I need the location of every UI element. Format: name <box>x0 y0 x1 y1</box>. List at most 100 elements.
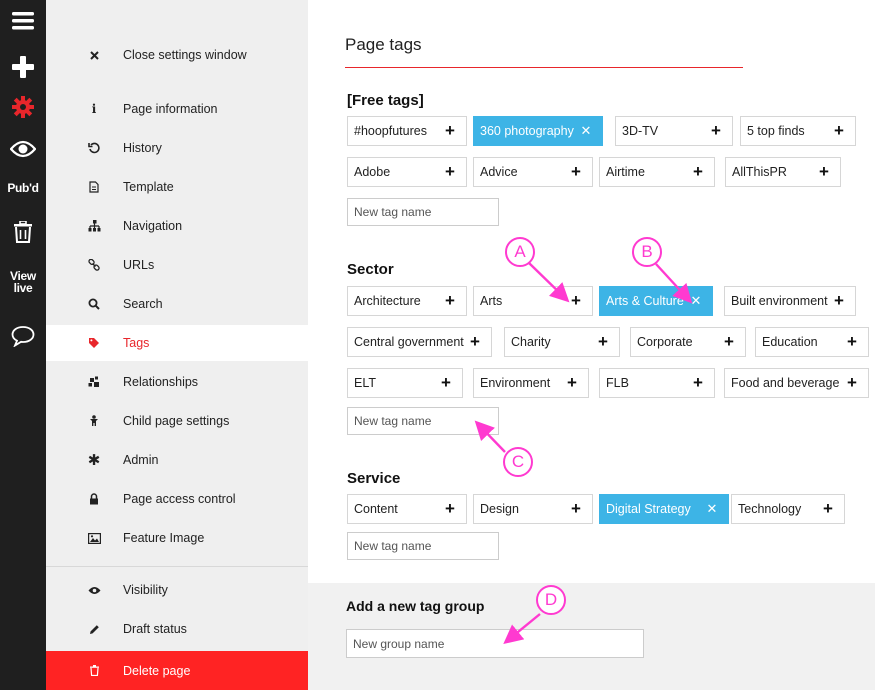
tag-technology[interactable]: Technology + <box>731 494 845 524</box>
tag-hoopfutures[interactable]: #hoopfutures + <box>347 116 467 146</box>
plus-icon[interactable]: + <box>443 163 457 180</box>
menu-item-page-information[interactable]: i Page information <box>46 91 308 127</box>
tag-advice[interactable]: Advice + <box>473 157 593 187</box>
tag-360-photography[interactable]: 360 photography ✕ <box>473 116 603 146</box>
tag-corporate[interactable]: Corporate + <box>630 327 746 357</box>
plus-icon[interactable]: + <box>443 500 457 517</box>
menu-item-history[interactable]: History <box>46 130 308 166</box>
menu-item-relationships[interactable]: Relationships <box>46 364 308 400</box>
template-icon <box>86 179 102 195</box>
add-page-button[interactable] <box>0 52 46 82</box>
tag-architecture[interactable]: Architecture + <box>347 286 467 316</box>
plus-icon[interactable]: + <box>832 122 846 139</box>
plus-icon[interactable]: + <box>439 374 453 391</box>
tag-central-government[interactable]: Central government + <box>347 327 492 357</box>
tag-label: AllThisPR <box>732 165 787 179</box>
tag-digital-strategy[interactable]: Digital Strategy ✕ <box>599 494 729 524</box>
tag-label: Charity <box>511 335 551 349</box>
tag-elt[interactable]: ELT + <box>347 368 463 398</box>
published-button[interactable]: Pub'd <box>0 178 46 198</box>
trash-button[interactable] <box>0 217 46 247</box>
preview-button[interactable] <box>0 134 46 164</box>
comments-button[interactable] <box>0 322 46 350</box>
plus-icon[interactable]: + <box>709 122 723 139</box>
plus-icon[interactable]: + <box>443 122 457 139</box>
tag-charity[interactable]: Charity + <box>504 327 620 357</box>
menu-item-label: Visibility <box>123 583 168 597</box>
settings-button[interactable] <box>0 92 46 122</box>
new-free-tag-input[interactable] <box>347 198 499 226</box>
plus-icon[interactable]: + <box>565 374 579 391</box>
view-live-button[interactable]: View live <box>0 268 46 296</box>
trash-icon <box>86 663 102 679</box>
pencil-icon <box>86 621 102 637</box>
menu-item-delete-page[interactable]: Delete page <box>46 651 308 690</box>
tag-label: Corporate <box>637 335 693 349</box>
tag-label: Airtime <box>606 165 645 179</box>
plus-icon[interactable]: + <box>691 374 705 391</box>
plus-icon[interactable]: + <box>569 292 583 309</box>
plus-icon[interactable]: + <box>468 333 482 350</box>
menu-item-navigation[interactable]: Navigation <box>46 208 308 244</box>
plus-icon[interactable]: + <box>691 163 705 180</box>
plus-icon[interactable]: + <box>817 163 831 180</box>
menu-item-label: Close settings window <box>123 48 247 62</box>
tag-food-and-beverage[interactable]: Food and beverage + <box>724 368 869 398</box>
plus-icon[interactable]: + <box>569 500 583 517</box>
trash-icon <box>14 221 32 243</box>
menu-item-admin[interactable]: ✱ Admin <box>46 442 308 478</box>
new-group-name-input[interactable] <box>346 629 644 658</box>
plus-icon[interactable]: + <box>821 500 835 517</box>
tags-panel: Page tags [Free tags] #hoopfutures + 360… <box>308 0 875 690</box>
menu-item-urls[interactable]: URLs <box>46 247 308 283</box>
menu-item-feature-image[interactable]: Feature Image <box>46 520 308 556</box>
plus-icon[interactable]: + <box>845 333 859 350</box>
menu-item-label: Admin <box>123 453 159 467</box>
menu-item-close-settings[interactable]: Close settings window <box>46 37 308 73</box>
menu-item-page-access-control[interactable]: Page access control <box>46 481 308 517</box>
menu-item-search[interactable]: Search <box>46 286 308 322</box>
plus-icon[interactable]: + <box>443 292 457 309</box>
menu-item-label: Page access control <box>123 492 236 506</box>
new-sector-tag-input[interactable] <box>347 407 499 435</box>
tag-airtime[interactable]: Airtime + <box>599 157 715 187</box>
menu-item-label: History <box>123 141 162 155</box>
new-service-tag-input[interactable] <box>347 532 499 560</box>
menu-item-label: Child page settings <box>123 414 230 428</box>
tag-flb[interactable]: FLB + <box>599 368 715 398</box>
tag-adobe[interactable]: Adobe + <box>347 157 467 187</box>
eye-icon <box>10 140 36 158</box>
published-label: Pub'd <box>7 181 39 195</box>
page-title: Page tags <box>345 35 422 54</box>
menu-item-label: Template <box>123 180 174 194</box>
menu-item-draft-status[interactable]: Draft status <box>46 611 308 647</box>
plus-icon[interactable]: + <box>596 333 610 350</box>
menu-item-label: Search <box>123 297 163 311</box>
plus-icon[interactable]: + <box>722 333 736 350</box>
hamburger-menu-button[interactable] <box>0 6 46 36</box>
view-live-label-2: live <box>13 281 33 295</box>
tag-content[interactable]: Content + <box>347 494 467 524</box>
tag-arts[interactable]: Arts + <box>473 286 593 316</box>
tag-education[interactable]: Education + <box>755 327 869 357</box>
tag-icon <box>86 335 102 351</box>
plus-icon[interactable]: + <box>832 292 846 309</box>
plus-icon[interactable]: + <box>569 163 583 180</box>
tag-5-top-finds[interactable]: 5 top finds + <box>740 116 856 146</box>
tag-3d-tv[interactable]: 3D-TV + <box>615 116 733 146</box>
menu-item-tags[interactable]: Tags <box>46 325 308 361</box>
remove-icon[interactable]: ✕ <box>705 501 719 517</box>
settings-menu: Close settings window i Page information… <box>46 0 308 690</box>
tag-arts-and-culture[interactable]: Arts & Culture ✕ <box>599 286 713 316</box>
menu-item-visibility[interactable]: Visibility <box>46 572 308 608</box>
menu-item-template[interactable]: Template <box>46 169 308 205</box>
remove-icon[interactable]: ✕ <box>579 123 593 139</box>
remove-icon[interactable]: ✕ <box>689 293 703 309</box>
hamburger-icon <box>12 12 34 30</box>
menu-item-child-page-settings[interactable]: Child page settings <box>46 403 308 439</box>
tag-built-environment[interactable]: Built environment + <box>724 286 856 316</box>
plus-icon[interactable]: + <box>845 374 859 391</box>
tag-environment[interactable]: Environment + <box>473 368 589 398</box>
tag-allthispr[interactable]: AllThisPR + <box>725 157 841 187</box>
tag-design[interactable]: Design + <box>473 494 593 524</box>
